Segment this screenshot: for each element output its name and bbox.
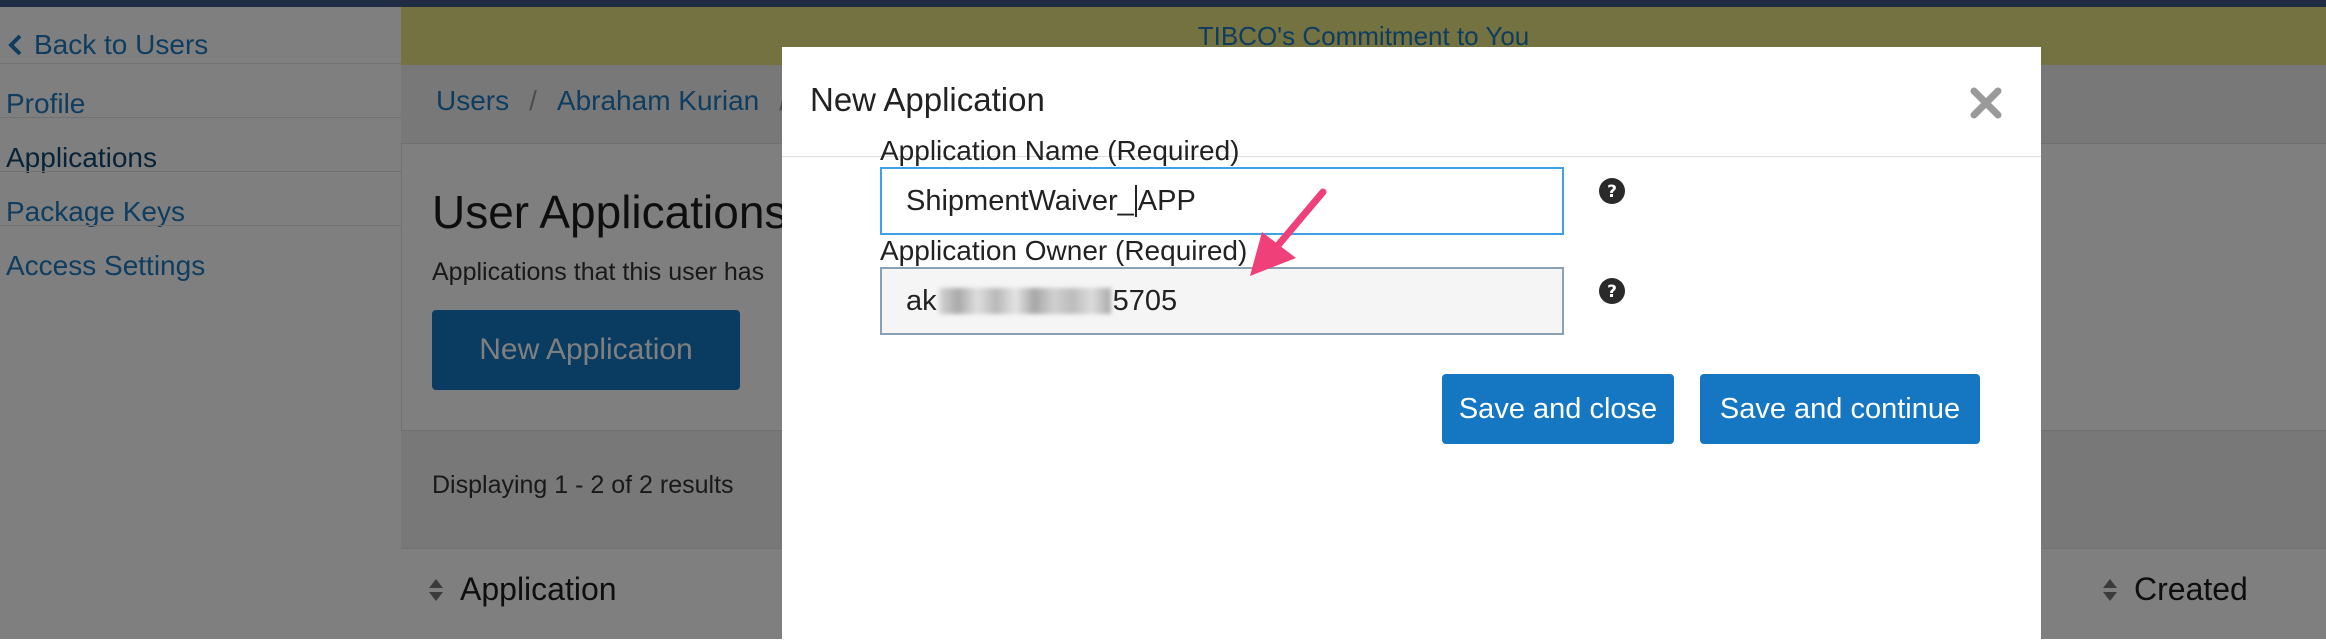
svg-text:?: ? — [1607, 282, 1617, 302]
application-owner-input[interactable]: ak 5705 — [880, 267, 1564, 335]
application-name-input[interactable]: ShipmentWaiver_ APP — [880, 167, 1564, 235]
annotation-arrow-icon — [1250, 188, 1327, 276]
help-icon[interactable]: ? — [1598, 177, 1626, 205]
top-strip — [0, 0, 2326, 7]
owner-value-prefix: ak — [906, 284, 937, 317]
application-owner-label: Application Owner (Required) — [880, 235, 1248, 266]
save-and-continue-button[interactable]: Save and continue — [1700, 374, 1980, 444]
svg-text:?: ? — [1607, 182, 1617, 202]
new-application-modal: New Application Application Name (Requir… — [782, 47, 2041, 639]
application-name-label: Application Name (Required) — [880, 135, 1240, 166]
modal-title: New Application — [810, 81, 1045, 118]
text-caret — [1134, 185, 1137, 217]
save-and-close-button[interactable]: Save and close — [1442, 374, 1674, 444]
redacted-text — [938, 288, 1111, 314]
close-icon[interactable] — [1968, 85, 2004, 121]
owner-value-suffix: 5705 — [1112, 284, 1178, 317]
input-text-after-caret: APP — [1137, 184, 1196, 217]
input-text-before-caret: ShipmentWaiver_ — [906, 184, 1134, 217]
help-icon[interactable]: ? — [1598, 277, 1626, 305]
